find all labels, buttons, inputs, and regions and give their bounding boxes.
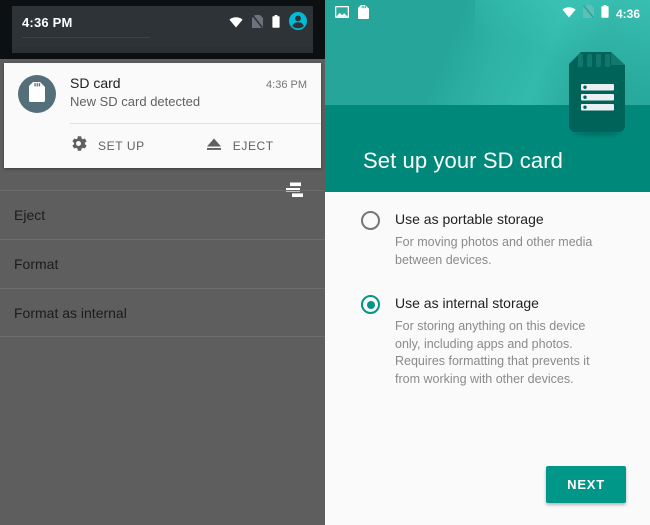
user-avatar-icon[interactable] [289, 12, 307, 35]
battery-icon [272, 14, 280, 33]
left-status-icon-group [229, 12, 307, 35]
next-button[interactable]: NEXT [546, 466, 626, 503]
radio-internal-storage[interactable] [361, 295, 380, 314]
notification-title-row: SD card 4:36 PM [70, 75, 307, 91]
right-panel-setup-wizard: 4:36 Set up your SD card Use as portable… [325, 0, 650, 525]
notification-subtitle: New SD card detected [70, 94, 201, 109]
no-sim-icon [251, 14, 264, 33]
right-status-right-icons: 4:36 [562, 4, 640, 23]
right-status-left-icons [335, 4, 369, 24]
left-status-bar: 4:36 PM [0, 0, 325, 47]
notification-actions: SET UP EJECT [4, 124, 321, 168]
sd-card-icon [29, 81, 45, 107]
menu-item-format[interactable]: Format [0, 239, 325, 288]
menu-item-eject[interactable]: Eject [0, 190, 325, 239]
right-status-clock: 4:36 [615, 7, 640, 21]
notification-text-column: SD card 4:36 PM New SD card detected [56, 75, 307, 113]
eject-icon [206, 137, 222, 156]
wifi-icon [562, 5, 576, 23]
option-description: For storing anything on this device only… [395, 319, 590, 386]
eject-action-button[interactable]: EJECT [145, 135, 274, 157]
menu-item-format-as-internal[interactable]: Format as internal [0, 288, 325, 337]
radio-portable-storage[interactable] [361, 211, 380, 230]
setup-header: 4:36 Set up your SD card [325, 0, 650, 192]
left-shade-dark-strip-inner [12, 47, 313, 53]
option-description: For moving photos and other media betwee… [395, 235, 593, 267]
setup-action-button[interactable]: SET UP [4, 135, 145, 157]
sd-card-notification[interactable]: SD card 4:36 PM New SD card detected SET [4, 63, 321, 168]
left-panel-notification-shade: 4:36 PM SD card 4:36 PM New SD card dete… [0, 0, 325, 525]
left-status-clock: 4:36 PM [22, 15, 73, 30]
notification-header: SD card 4:36 PM New SD card detected [4, 63, 321, 123]
wifi-icon [229, 15, 243, 33]
sd-card-icon [358, 4, 369, 24]
setup-action-label: SET UP [98, 139, 145, 153]
notification-timestamp: 4:36 PM [266, 79, 307, 91]
notification-title: SD card [70, 75, 121, 91]
option-text-column: Use as internal storage For storing anyt… [380, 294, 607, 388]
right-status-bar: 4:36 [325, 0, 650, 28]
option-label: Use as internal storage [395, 295, 539, 311]
page-title: Set up your SD card [363, 148, 563, 173]
sd-card-illustration [569, 52, 625, 132]
setup-body: Use as portable storage For moving photo… [325, 192, 650, 525]
left-shade-dark-strip [0, 47, 325, 59]
eject-action-label: EJECT [232, 139, 274, 153]
no-sim-icon [582, 4, 594, 23]
option-text-column: Use as portable storage For moving photo… [380, 210, 607, 269]
screenshot-root: 4:36 PM SD card 4:36 PM New SD card dete… [0, 0, 650, 525]
overlay-menu-panel: Eject Format Format as internal [0, 174, 325, 525]
menu-item-label: Format as internal [14, 304, 127, 321]
menu-item-label: Format [14, 256, 59, 272]
option-portable-storage[interactable]: Use as portable storage For moving photo… [325, 210, 621, 269]
option-label: Use as portable storage [395, 211, 544, 227]
menu-item-label: Eject [14, 207, 46, 223]
gear-icon [70, 135, 87, 157]
battery-icon [601, 5, 609, 23]
overlay-menu-list: Eject Format Format as internal [0, 190, 325, 337]
option-internal-storage[interactable]: Use as internal storage For storing anyt… [325, 294, 621, 388]
notification-avatar [18, 75, 56, 113]
screenshot-icon [335, 5, 349, 23]
left-status-bar-underline [22, 37, 150, 38]
